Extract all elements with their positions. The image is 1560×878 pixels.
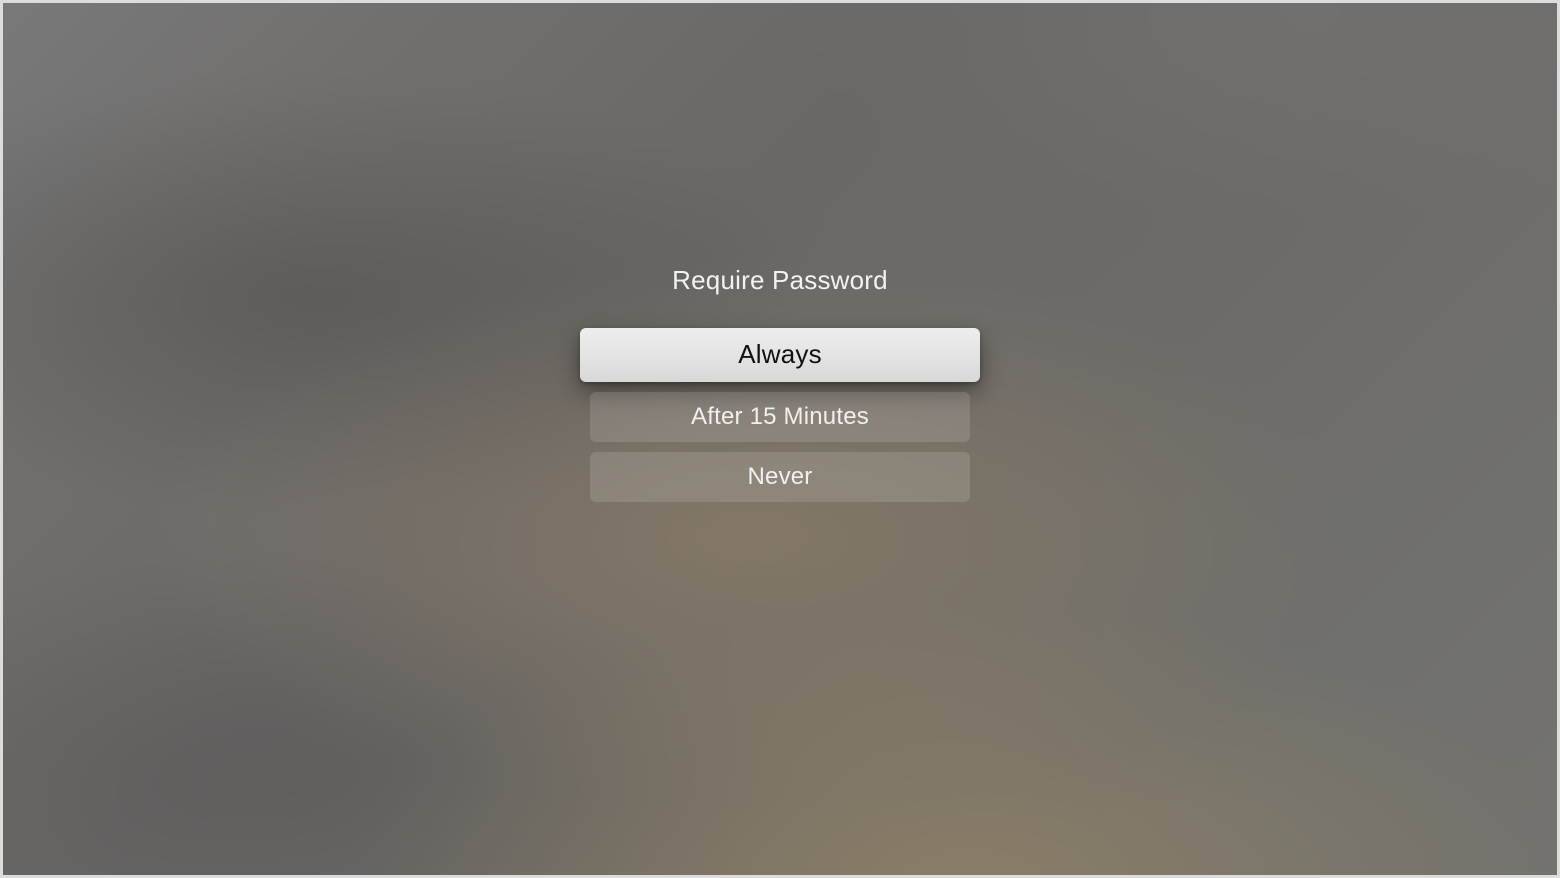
option-always[interactable]: Always	[580, 328, 980, 382]
options-list: Always After 15 Minutes Never	[580, 328, 980, 502]
option-label: After 15 Minutes	[691, 403, 869, 431]
dialog-title: Require Password	[672, 265, 888, 296]
dialog-container: Require Password Always After 15 Minutes…	[0, 0, 1560, 878]
option-label: Never	[747, 463, 812, 491]
require-password-dialog: Require Password Always After 15 Minutes…	[580, 265, 980, 502]
option-after-15-minutes[interactable]: After 15 Minutes	[590, 392, 970, 442]
option-never[interactable]: Never	[590, 452, 970, 502]
option-label: Always	[738, 339, 822, 370]
